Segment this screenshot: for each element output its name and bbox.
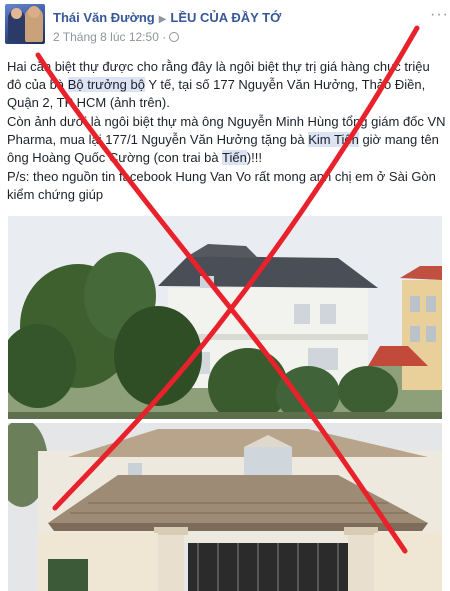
post-body: Hai căn biệt thự được cho rằng đây là ng… bbox=[7, 58, 447, 205]
timestamp[interactable]: 2 Tháng 8 lúc 12:50 · bbox=[53, 30, 166, 44]
hashtag-link[interactable]: Bộ trưởng bộ bbox=[67, 77, 145, 92]
villa-photo-2[interactable] bbox=[8, 423, 442, 591]
more-icon[interactable]: ··· bbox=[430, 6, 449, 24]
name-link-kim-tien[interactable]: Kim Tiến bbox=[308, 132, 359, 147]
name-link-tien[interactable]: Tiến bbox=[222, 150, 247, 165]
globe-icon bbox=[169, 32, 180, 42]
post-paragraph-2: Còn ảnh dưới là ngôi biệt thự mà ông Ngu… bbox=[7, 113, 447, 167]
post-paragraph-3: P/s: theo nguồn tin facebook Hung Van Vo… bbox=[7, 169, 436, 202]
post-paragraph-1: Hai căn biệt thự được cho rằng đây là ng… bbox=[7, 58, 447, 112]
page-name[interactable]: LỀU CỦA ĐẦY TỚ bbox=[170, 10, 281, 25]
avatar[interactable] bbox=[5, 4, 45, 44]
p2-text-c: )!!! bbox=[246, 150, 262, 165]
villa-photo-1[interactable] bbox=[8, 216, 442, 419]
post-header: Thái Văn Đường ▶ LỀU CỦA ĐẦY TỚ bbox=[53, 10, 281, 25]
post-meta: 2 Tháng 8 lúc 12:50 · bbox=[53, 30, 180, 44]
arrow-icon: ▶ bbox=[158, 14, 167, 25]
author-name[interactable]: Thái Văn Đường bbox=[53, 10, 155, 25]
